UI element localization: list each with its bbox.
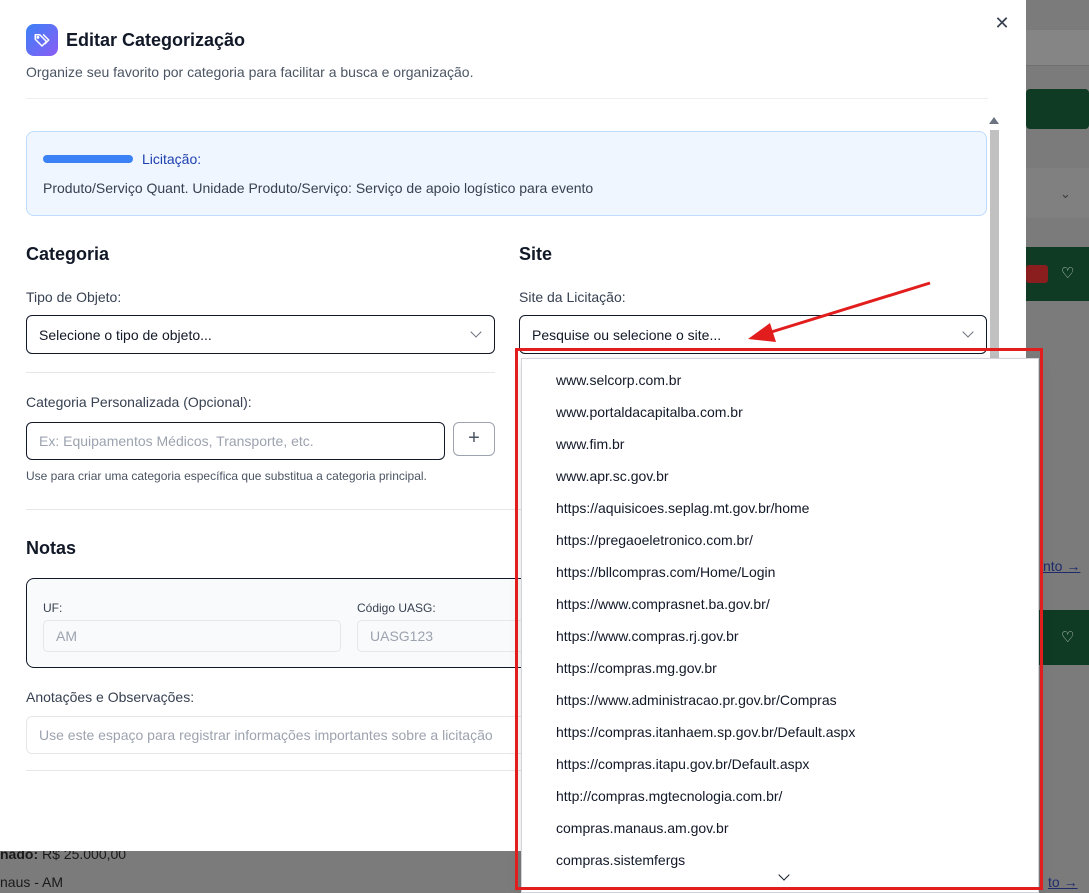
modal-title: Editar Categorização: [66, 30, 246, 50]
bg-heart-icon: ♡: [1061, 265, 1075, 282]
anotacoes-textarea[interactable]: Use este espaço para registrar informaçõ…: [26, 716, 546, 754]
uf-label: UF:: [43, 601, 63, 615]
bottom-divider: [26, 770, 546, 771]
bg-link-2: to →: [1048, 874, 1078, 890]
site-option[interactable]: www.apr.sc.gov.br: [556, 468, 669, 484]
tipo-objeto-select[interactable]: Selecione o tipo de objeto...: [26, 315, 495, 354]
bg-badge: [1026, 265, 1048, 283]
chevron-down-icon: [962, 326, 974, 338]
site-option[interactable]: https://compras.itapu.gov.br/Default.asp…: [556, 756, 809, 772]
scroll-up-arrow-icon[interactable]: [989, 117, 999, 124]
modal-subtitle: Organize seu favorito por categoria para…: [26, 64, 474, 80]
site-option[interactable]: www.fim.br: [556, 436, 624, 452]
categoria-personalizada-input[interactable]: [26, 422, 445, 460]
notas-box: UF: Código UASG:: [26, 578, 547, 668]
bg-link-1: nto →: [1043, 558, 1081, 574]
licitacao-info-box: Licitação: Produto/Serviço Quant. Unidad…: [26, 131, 987, 216]
bg-location-text: naus - AM: [0, 874, 64, 890]
site-select[interactable]: Pesquise ou selecione o site...: [519, 315, 987, 354]
add-category-button[interactable]: +: [453, 422, 495, 456]
site-option[interactable]: https://www.compras.rj.gov.br: [556, 628, 739, 644]
close-icon[interactable]: ✕: [993, 14, 1011, 32]
categoria-help-text: Use para criar uma categoria específica …: [26, 469, 427, 483]
scrollbar-thumb[interactable]: [990, 130, 999, 360]
site-option[interactable]: www.portaldacapitalba.com.br: [556, 404, 743, 420]
site-select-value: Pesquise ou selecione o site...: [532, 326, 722, 343]
scroll-down-chevron-icon[interactable]: [778, 869, 790, 881]
notas-title: Notas: [26, 538, 77, 558]
anotacoes-label: Anotações e Observações:: [26, 689, 195, 705]
codigo-uasg-label: Código UASG:: [357, 601, 436, 615]
site-option[interactable]: https://compras.mg.gov.br: [556, 660, 717, 676]
site-option[interactable]: https://compras.itanhaem.sp.gov.br/Defau…: [556, 724, 855, 740]
tipo-objeto-label: Tipo de Objeto:: [26, 289, 122, 305]
site-licitacao-label: Site da Licitação:: [519, 289, 626, 305]
header-divider: [26, 98, 988, 99]
chevron-down-icon: [470, 326, 482, 338]
site-option[interactable]: compras.sistemfergs: [556, 852, 685, 868]
site-option[interactable]: https://aquisicoes.seplag.mt.gov.br/home: [556, 500, 809, 516]
site-option[interactable]: https://www.administracao.pr.gov.br/Comp…: [556, 692, 837, 708]
notas-divider: [26, 509, 546, 510]
site-option[interactable]: https://www.comprasnet.ba.gov.br/: [556, 596, 770, 612]
info-text: Produto/Serviço Quant. Unidade Produto/S…: [43, 180, 594, 196]
tipo-objeto-value: Selecione o tipo de objeto...: [39, 326, 212, 343]
site-option[interactable]: https://bllcompras.com/Home/Login: [556, 564, 775, 580]
tag-icon: [26, 24, 58, 56]
site-option[interactable]: http://compras.mgtecnologia.com.br/: [556, 788, 782, 804]
bg-filter-select: [1026, 168, 1089, 218]
site-title: Site: [519, 244, 553, 264]
info-accent-bar: [43, 155, 133, 163]
bg-heart-icon-2: ♡: [1061, 629, 1075, 646]
codigo-uasg-input[interactable]: [357, 620, 547, 652]
info-label: Licitação:: [142, 151, 202, 167]
bg-search-field: [1026, 30, 1089, 66]
bg-green-button: [1026, 89, 1089, 129]
categoria-personalizada-label: Categoria Personalizada (Opcional):: [26, 394, 252, 410]
site-option[interactable]: https://pregaoeletronico.com.br/: [556, 532, 753, 548]
bg-chevron-icon: ⌄: [1060, 186, 1071, 201]
uf-input[interactable]: [43, 620, 341, 652]
site-dropdown-list[interactable]: www.selcorp.com.br www.portaldacapitalba.…: [521, 358, 1039, 893]
site-option[interactable]: www.selcorp.com.br: [556, 372, 681, 388]
site-option[interactable]: compras.manaus.am.gov.br: [556, 820, 728, 836]
categoria-title: Categoria: [26, 244, 110, 264]
categoria-divider: [26, 372, 495, 373]
